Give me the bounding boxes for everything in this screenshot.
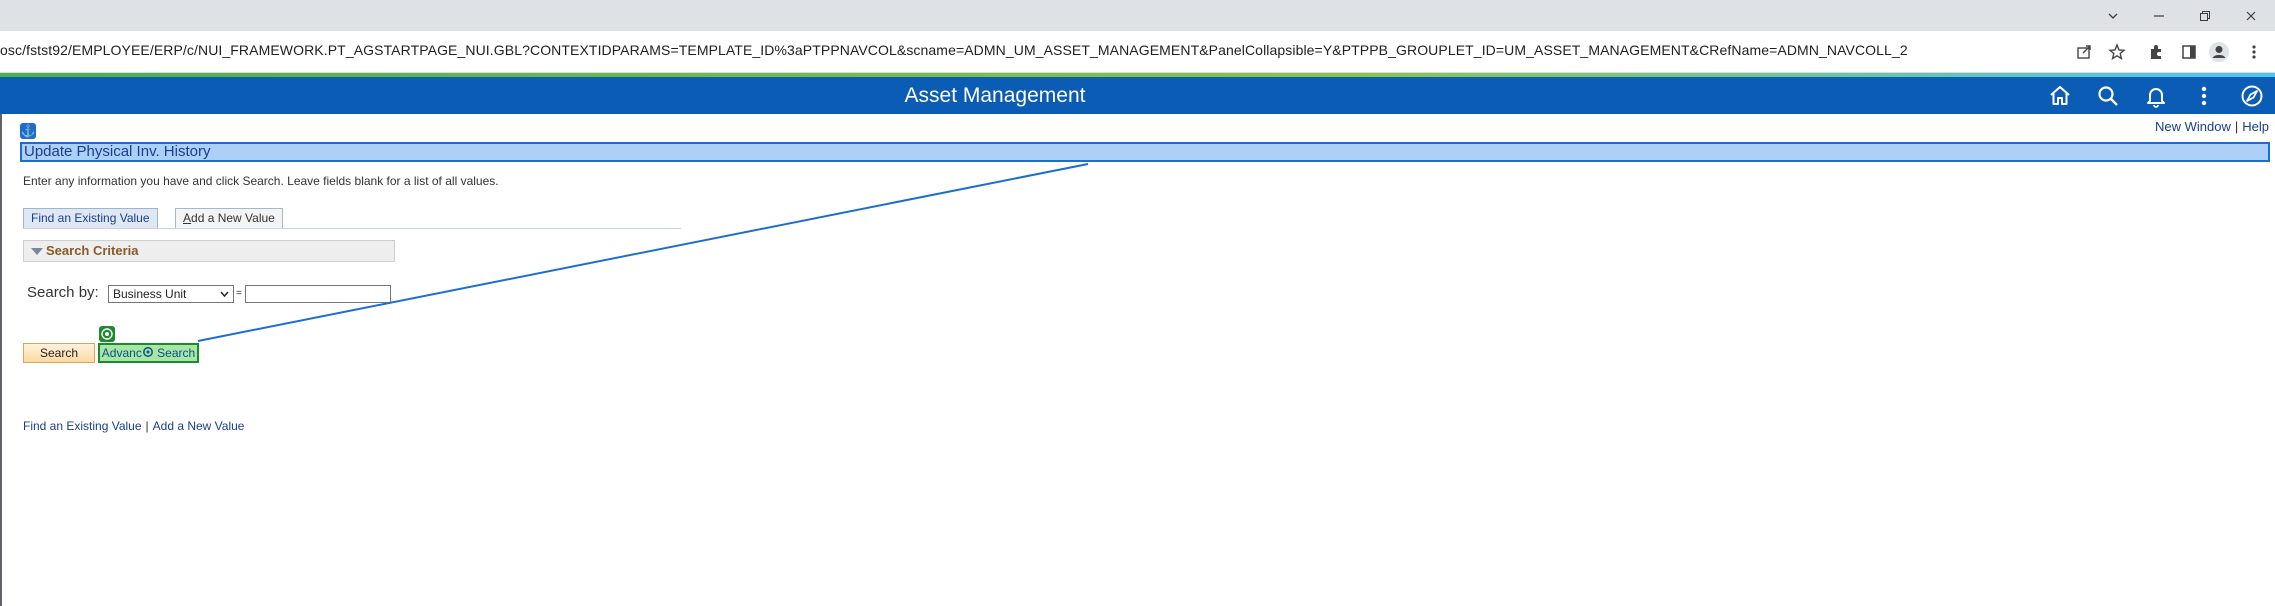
advanced-search-button[interactable]: Advanc Search: [98, 343, 199, 363]
share-icon[interactable]: [2071, 39, 2097, 65]
browser-titlebar: [0, 0, 2275, 31]
search-by-select[interactable]: Business Unit: [108, 285, 234, 303]
tab-add-new-label: dd a New Value: [191, 211, 275, 225]
banner-title: Asset Management: [904, 84, 1086, 107]
minimize-icon[interactable]: [2137, 0, 2181, 31]
chevron-down-icon[interactable]: [2091, 0, 2135, 31]
tab-add-new[interactable]: Add a New Value: [175, 208, 283, 228]
tab-find-existing[interactable]: Find an Existing Value: [23, 208, 158, 228]
star-icon[interactable]: [2104, 39, 2130, 65]
help-link[interactable]: Help: [2242, 119, 2269, 134]
search-button[interactable]: Search: [23, 343, 95, 363]
menu-icon[interactable]: [2241, 39, 2267, 65]
sidepanel-icon[interactable]: [2176, 39, 2202, 65]
tab-add-new-accesskey: A: [183, 211, 192, 225]
navbar-icon[interactable]: [2236, 80, 2268, 112]
anchor-icon: ⚓: [20, 123, 36, 139]
tabs-underline: [23, 228, 681, 229]
close-icon[interactable]: [2229, 0, 2273, 31]
search-criteria-header[interactable]: Search Criteria: [23, 240, 395, 262]
find-existing-link[interactable]: Find an Existing Value: [23, 419, 142, 433]
chevron-down-icon: [219, 286, 230, 307]
profile-icon[interactable]: [2206, 39, 2232, 65]
extensions-icon[interactable]: [2143, 39, 2169, 65]
url-text[interactable]: osc/fstst92/EMPLOYEE/ERP/c/NUI_FRAMEWORK…: [0, 42, 1908, 58]
instructions-text: Enter any information you have and click…: [23, 174, 499, 188]
collapse-triangle-icon[interactable]: [31, 248, 43, 255]
operator-label: =: [236, 288, 242, 299]
bottom-links: Find an Existing Value | Add a New Value: [23, 419, 244, 433]
app-banner: Asset Management: [0, 77, 2275, 114]
add-new-link[interactable]: Add a New Value: [153, 419, 245, 433]
business-unit-input[interactable]: [245, 285, 391, 303]
search-by-label: Search by:: [27, 284, 99, 301]
search-criteria-label: Search Criteria: [46, 243, 139, 258]
new-window-link[interactable]: New Window: [2155, 119, 2231, 134]
bell-icon[interactable]: [2140, 80, 2172, 112]
advanced-search-label-start: Advanc: [101, 346, 142, 360]
link-separator: |: [2234, 119, 2239, 134]
window-left-edge: [0, 114, 2, 606]
restore-icon[interactable]: [2183, 0, 2227, 31]
search-icon[interactable]: [2092, 80, 2124, 112]
link-separator: |: [145, 419, 149, 433]
search-by-value: Business Unit: [113, 287, 187, 301]
advanced-search-label-end: Search: [153, 346, 196, 360]
more-icon[interactable]: [2188, 80, 2220, 112]
top-links: New Window | Help: [2155, 119, 2269, 134]
target-icon: [99, 326, 115, 342]
gear-icon: [142, 347, 153, 357]
address-bar: osc/fstst92/EMPLOYEE/ERP/c/NUI_FRAMEWORK…: [0, 31, 2275, 73]
home-icon[interactable]: [2044, 80, 2076, 112]
page-title: Update Physical Inv. History: [20, 142, 2270, 162]
